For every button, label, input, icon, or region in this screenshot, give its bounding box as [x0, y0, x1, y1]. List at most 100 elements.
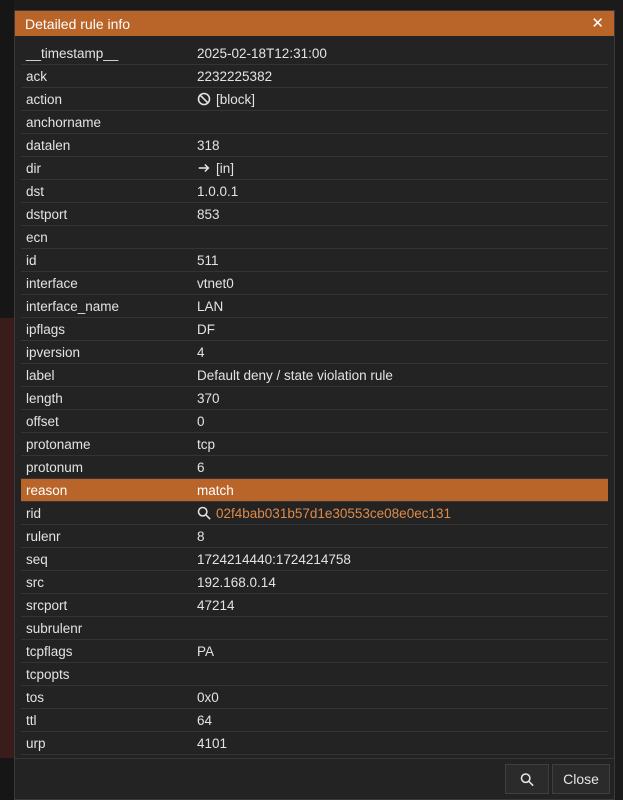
field-value-cell: Default deny / state violation rule	[197, 368, 608, 383]
field-value: 47214	[197, 597, 235, 613]
field-key: subrulenr	[26, 620, 83, 636]
field-value-cell: 511	[197, 253, 608, 268]
field-value: 1724214440:1724214758	[197, 551, 351, 567]
field-value-cell: 1724214440:1724214758	[197, 552, 608, 567]
field-key: urp	[26, 735, 46, 751]
field-key: ecn	[26, 229, 48, 245]
field-row-reason: reason match	[21, 479, 608, 502]
field-value: [in]	[216, 160, 235, 176]
field-key: id	[26, 252, 37, 268]
field-row-srcport: srcport 47214	[21, 594, 608, 617]
field-value: 0	[197, 413, 205, 429]
field-key: seq	[26, 551, 48, 567]
field-key: dst	[26, 183, 45, 199]
field-value: 1.0.0.1	[197, 183, 239, 199]
field-key: tcpflags	[26, 643, 73, 659]
field-row-datalen: datalen 318	[21, 134, 608, 157]
field-key: ack	[26, 68, 48, 84]
field-value: DF	[197, 321, 215, 337]
field-value-cell: 1.0.0.1	[197, 184, 608, 199]
field-row-timestamp: __timestamp__ 2025-02-18T12:31:00	[21, 42, 608, 65]
field-key: __timestamp__	[26, 45, 119, 61]
field-value: LAN	[197, 298, 224, 314]
field-value-cell: LAN	[197, 299, 608, 314]
field-key: length	[26, 390, 63, 406]
field-row-urp: urp 4101	[21, 732, 608, 755]
field-row-ack: ack 2232225382	[21, 65, 608, 88]
arrow-right-icon	[197, 161, 211, 175]
field-row-protoname: protoname tcp	[21, 433, 608, 456]
field-key: label	[26, 367, 55, 383]
field-key: rulenr	[26, 528, 61, 544]
field-key: reason	[26, 482, 68, 498]
field-value-link[interactable]: 02f4bab031b57d1e30553ce08e0ec131	[216, 506, 451, 521]
field-row-tos: tos 0x0	[21, 686, 608, 709]
field-key: action	[26, 91, 63, 107]
field-value: [block]	[216, 91, 256, 107]
field-row-interface-name: interface_name LAN	[21, 295, 608, 318]
rule-info-dialog: Detailed rule info ✕ __timestamp__ 2025-0…	[14, 10, 615, 800]
field-value: 318	[197, 137, 220, 153]
field-value-cell: 8	[197, 529, 608, 544]
field-row-offset: offset 0	[21, 410, 608, 433]
field-row-subrulenr: subrulenr	[21, 617, 608, 640]
field-row-dst: dst 1.0.0.1	[21, 180, 608, 203]
field-row-id: id 511	[21, 249, 608, 272]
field-key: protoname	[26, 436, 91, 452]
field-value-cell: 4	[197, 345, 608, 360]
field-row-action: action [block]	[21, 88, 608, 111]
field-value: PA	[197, 643, 215, 659]
field-row-length: length 370	[21, 387, 608, 410]
field-value-cell: PA	[197, 644, 608, 659]
field-row-ecn: ecn	[21, 226, 608, 249]
field-value-cell: 318	[197, 138, 608, 153]
field-key: interface	[26, 275, 78, 291]
field-key: src	[26, 574, 44, 590]
field-row-tcpflags: tcpflags PA	[21, 640, 608, 663]
field-key: dir	[26, 160, 42, 176]
field-value-cell: 4101	[197, 736, 608, 751]
field-value: 2025-02-18T12:31:00	[197, 45, 327, 61]
field-value-cell: 64	[197, 713, 608, 728]
field-value-cell: DF	[197, 322, 608, 337]
field-value-cell: 47214	[197, 598, 608, 613]
field-key: ipflags	[26, 321, 66, 337]
field-value-cell: 0x0	[197, 690, 608, 705]
field-row-label: label Default deny / state violation rule	[21, 364, 608, 387]
field-value-cell: [in]	[197, 161, 608, 176]
field-value-cell: vtnet0	[197, 276, 608, 291]
field-value: 64	[197, 712, 213, 728]
field-value-cell: 02f4bab031b57d1e30553ce08e0ec131	[197, 506, 608, 521]
search-button[interactable]	[505, 764, 549, 794]
field-value: 370	[197, 390, 220, 406]
field-value: 511	[197, 252, 219, 268]
field-value: 4	[197, 344, 205, 360]
field-row-rid: rid 02f4bab031b57d1e30553ce08e0ec131	[21, 502, 608, 525]
field-row-anchorname: anchorname	[21, 111, 608, 134]
close-icon[interactable]: ✕	[591, 16, 604, 31]
field-key: interface_name	[26, 298, 120, 314]
field-value-cell: 2232225382	[197, 69, 608, 84]
field-key: tos	[26, 689, 45, 705]
field-row-ipflags: ipflags DF	[21, 318, 608, 341]
field-row-dir: dir [in]	[21, 157, 608, 180]
field-row-ttl: ttl 64	[21, 709, 608, 732]
close-button[interactable]: Close	[552, 764, 610, 794]
search-icon	[520, 772, 534, 786]
field-key: protonum	[26, 459, 84, 475]
field-value-cell: 192.168.0.14	[197, 575, 608, 590]
field-value: vtnet0	[197, 275, 234, 291]
field-value-cell: match	[197, 483, 608, 498]
field-value-cell: 2025-02-18T12:31:00	[197, 46, 608, 61]
dialog-header: Detailed rule info ✕	[15, 11, 614, 36]
search-icon[interactable]	[197, 506, 211, 520]
field-key: srcport	[26, 597, 68, 613]
field-value-cell: tcp	[197, 437, 608, 452]
field-value: 8	[197, 528, 205, 544]
field-key: anchorname	[26, 114, 102, 130]
field-value: 0x0	[197, 689, 219, 705]
field-key: ipversion	[26, 344, 81, 360]
field-value: 2232225382	[197, 68, 273, 84]
field-value: 192.168.0.14	[197, 574, 276, 590]
field-row-interface: interface vtnet0	[21, 272, 608, 295]
